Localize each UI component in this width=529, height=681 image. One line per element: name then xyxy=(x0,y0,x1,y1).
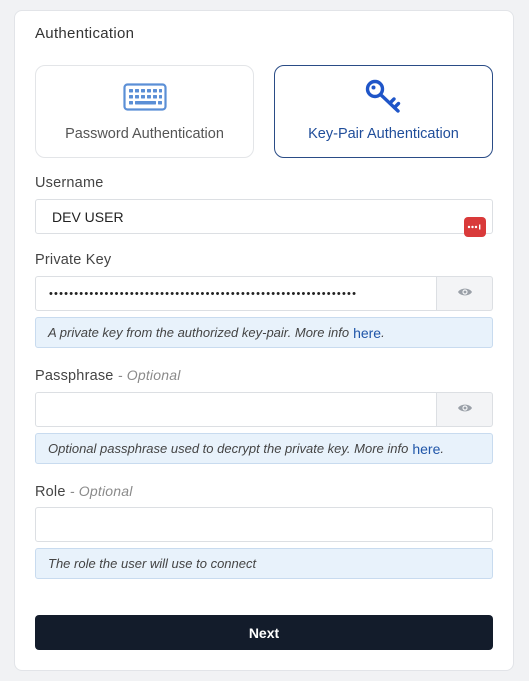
role-help-text: The role the user will use to connect xyxy=(48,556,257,571)
role-label-text: Role xyxy=(35,484,66,500)
username-input[interactable] xyxy=(35,199,493,234)
private-key-help-link[interactable]: here xyxy=(353,325,381,341)
role-optional-hint: - Optional xyxy=(69,483,133,499)
role-help: The role the user will use to connect xyxy=(35,548,493,579)
keyboard-icon xyxy=(36,80,253,114)
passphrase-help-text: Optional passphrase used to decrypt the … xyxy=(48,441,409,456)
private-key-label: Private Key xyxy=(35,252,112,268)
private-key-help-tail: . xyxy=(381,325,385,340)
eye-icon xyxy=(457,401,473,419)
private-key-help: A private key from the authorized key-pa… xyxy=(35,317,493,348)
private-key-visibility-toggle[interactable] xyxy=(437,276,493,311)
passphrase-help: Optional passphrase used to decrypt the … xyxy=(35,433,493,464)
private-key-masked-value: ••••••••••••••••••••••••••••••••••••••••… xyxy=(49,287,358,300)
role-label: Role - Optional xyxy=(35,483,133,500)
key-pair-authentication-label: Key-Pair Authentication xyxy=(308,126,459,142)
key-pair-authentication-option[interactable]: Key-Pair Authentication xyxy=(274,65,493,158)
passphrase-optional-hint: - Optional xyxy=(117,367,181,383)
passphrase-input[interactable] xyxy=(35,392,437,427)
passphrase-help-link[interactable]: here xyxy=(412,441,440,457)
passphrase-help-tail: . xyxy=(440,441,444,456)
password-authentication-label: Password Authentication xyxy=(65,126,224,142)
role-input[interactable] xyxy=(35,507,493,542)
eye-icon xyxy=(457,285,473,303)
passphrase-visibility-toggle[interactable] xyxy=(437,392,493,427)
next-button[interactable]: Next xyxy=(35,615,493,650)
private-key-help-text: A private key from the authorized key-pa… xyxy=(48,325,350,340)
username-label: Username xyxy=(35,175,104,191)
password-manager-icon[interactable] xyxy=(464,217,486,237)
authentication-card: Authentication Password Authentication K… xyxy=(14,10,514,671)
password-authentication-option[interactable]: Password Authentication xyxy=(35,65,254,158)
key-icon xyxy=(275,79,492,114)
passphrase-label-text: Passphrase xyxy=(35,368,114,384)
section-title: Authentication xyxy=(35,25,135,42)
passphrase-label: Passphrase - Optional xyxy=(35,367,181,384)
